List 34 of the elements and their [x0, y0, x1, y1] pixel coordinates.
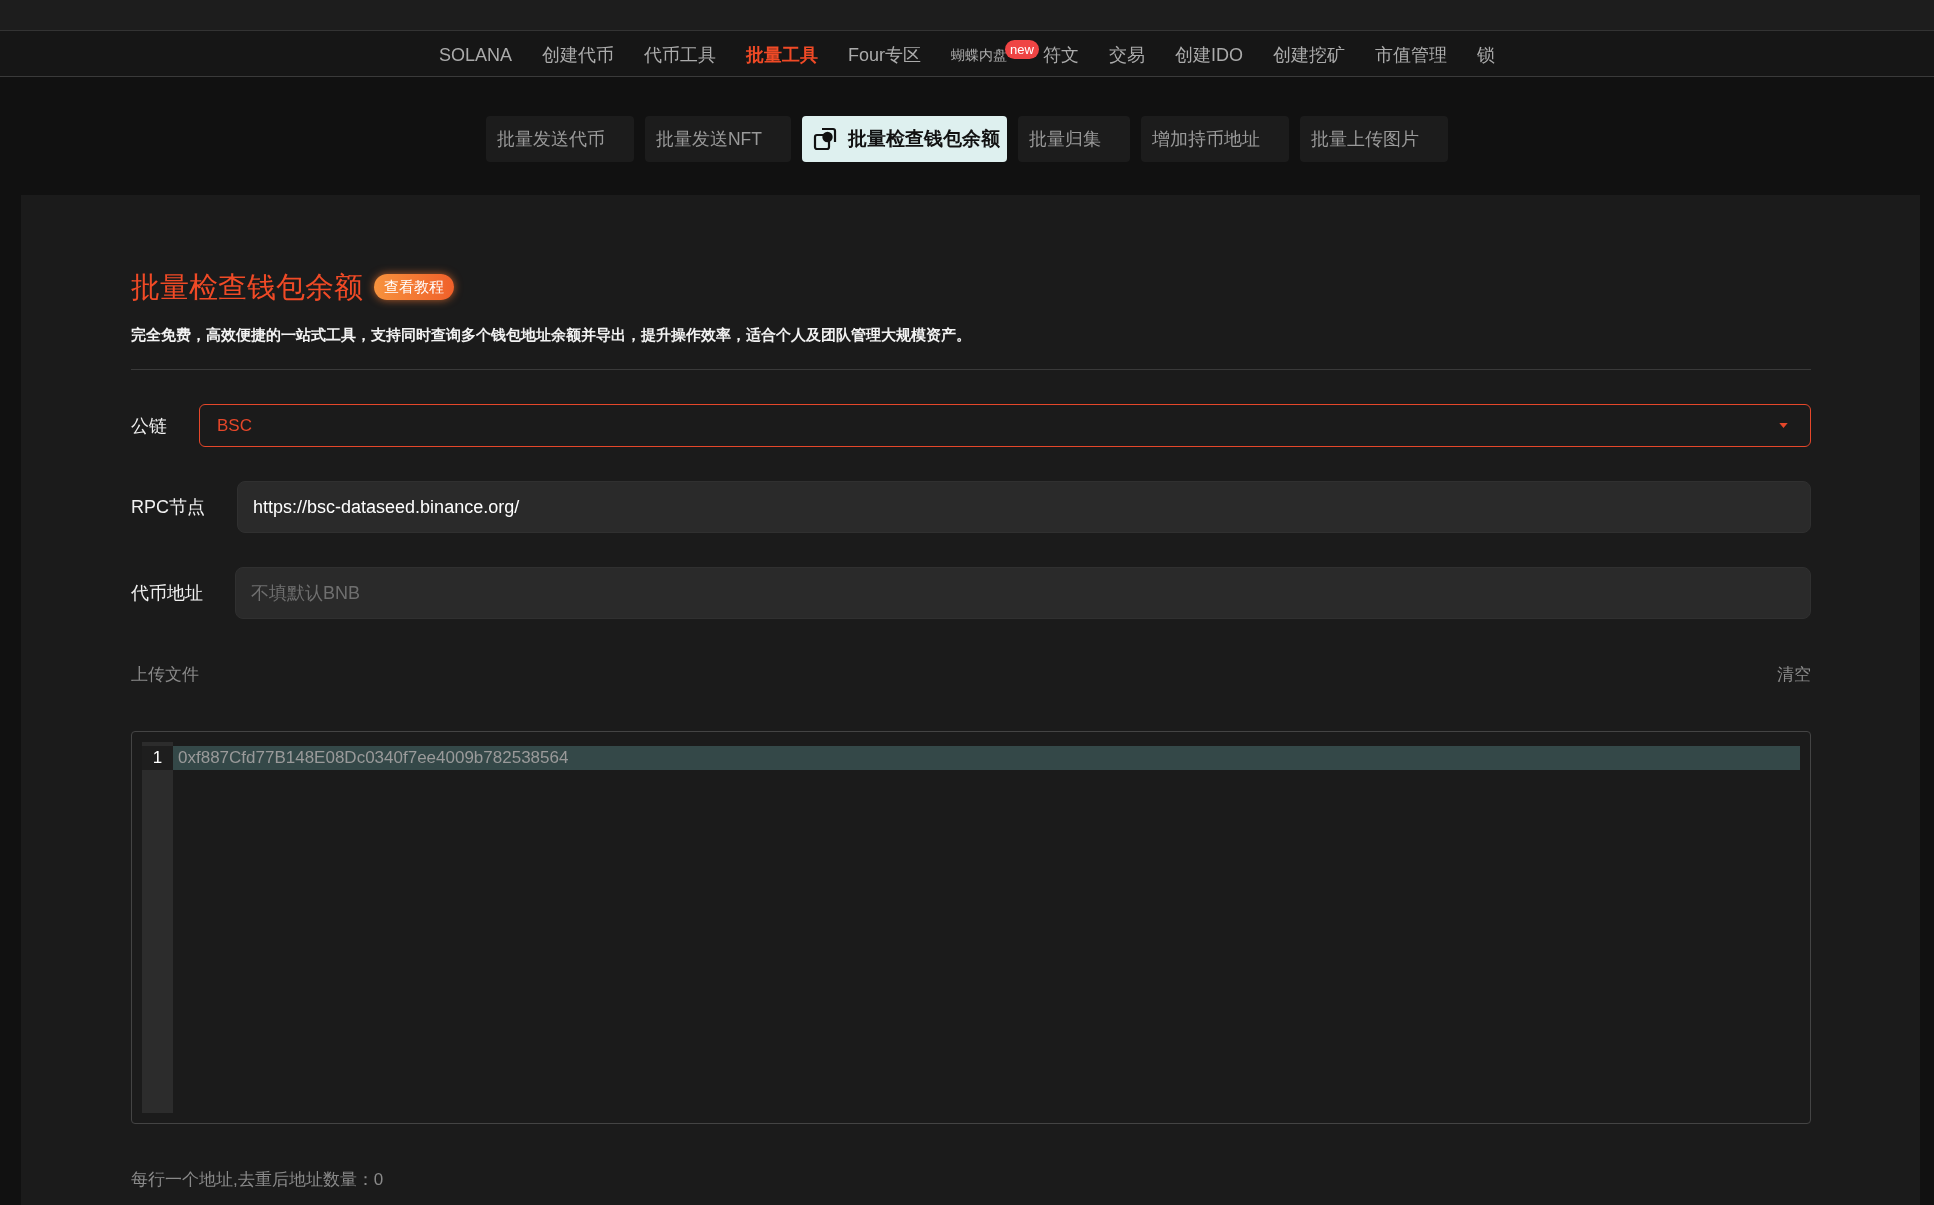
- code-editor[interactable]: 1 0xf887Cfd77B148E08Dc0340f7ee4009b782538564: [131, 731, 1811, 1124]
- clear-link[interactable]: 清空: [1777, 664, 1811, 686]
- nav-link[interactable]: 创建代币: [542, 42, 615, 67]
- tab[interactable]: 批量发送代币: [486, 116, 634, 162]
- text-input[interactable]: 不填默认BNB: [235, 567, 1811, 619]
- nav-link[interactable]: SOLANA: [439, 42, 513, 67]
- description-text: 完全免费，高效便捷的一站式工具，支持同时查询多个钱包地址余额并导出，提升操作效率，适合个人及团队管理大规模资产。: [131, 325, 971, 345]
- address-count-text: 每行一个地址,去重后地址数量：0: [131, 1169, 384, 1191]
- square-circle-icon: [813, 127, 837, 151]
- field-label: RPC节点: [131, 496, 205, 519]
- new-badge: new: [1005, 40, 1039, 59]
- page-title: 批量检查钱包余额: [131, 270, 363, 305]
- field-label: 公链: [131, 414, 167, 438]
- tab[interactable]: 批量检查钱包余额: [802, 116, 1007, 162]
- tab[interactable]: 批量发送NFT: [645, 116, 791, 162]
- nav-link[interactable]: 交易: [1108, 42, 1145, 67]
- tab[interactable]: 增加持币地址: [1141, 116, 1289, 162]
- field-label: 代币地址: [131, 582, 203, 605]
- nav-link[interactable]: 批量工具: [746, 42, 819, 67]
- nav-link[interactable]: 符文: [1042, 42, 1079, 67]
- text-input[interactable]: https://bsc-dataseed.binance.org/: [237, 481, 1811, 533]
- line-number: 1: [142, 746, 173, 770]
- nav-link[interactable]: 创建挖矿: [1272, 42, 1345, 67]
- nav-link[interactable]: 锁: [1476, 42, 1495, 67]
- caret-icon: [1779, 423, 1788, 428]
- nav-link[interactable]: Four专区: [848, 42, 922, 67]
- nav-link[interactable]: 代币工具: [644, 42, 717, 67]
- nav-link[interactable]: 蝴蝶内盘: [951, 44, 1008, 65]
- upload-file-link[interactable]: 上传文件: [131, 664, 199, 686]
- tab[interactable]: 批量上传图片: [1300, 116, 1448, 162]
- nav-link[interactable]: 创建IDO: [1174, 42, 1243, 67]
- tab[interactable]: 批量归集: [1018, 116, 1130, 162]
- chain-dropdown[interactable]: BSC: [199, 404, 1811, 447]
- nav-link[interactable]: 市值管理: [1374, 42, 1447, 67]
